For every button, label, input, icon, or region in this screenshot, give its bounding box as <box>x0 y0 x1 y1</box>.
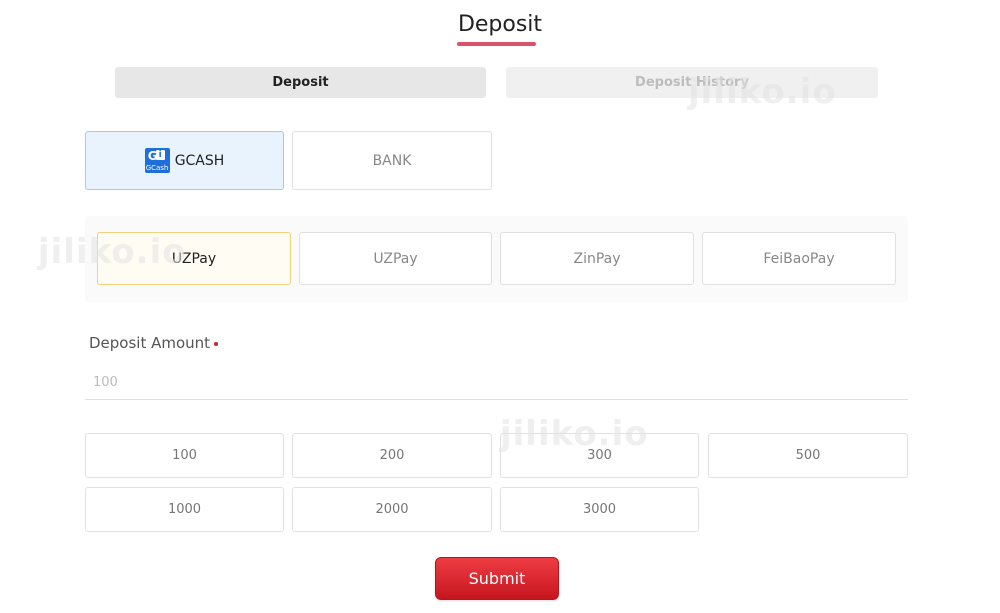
deposit-amount-input[interactable] <box>85 366 908 400</box>
gcash-logo-sub: GCash <box>145 164 169 172</box>
required-indicator <box>214 342 218 346</box>
tab-deposit[interactable]: Deposit <box>115 67 486 98</box>
method-bank-label: BANK <box>372 152 412 169</box>
title-underline <box>457 42 536 46</box>
provider-uzpay-1-button[interactable]: UZPay <box>97 232 291 285</box>
method-gcash-label: GCASH <box>174 152 225 169</box>
provider-uzpay-2-button[interactable]: UZPay <box>299 232 492 285</box>
tab-deposit-history[interactable]: Deposit History <box>506 67 878 98</box>
quick-amount-200-button[interactable]: 200 <box>292 433 492 478</box>
gcash-logo-icon: G i GCash <box>144 148 170 173</box>
provider-zinpay-button[interactable]: ZinPay <box>500 232 694 285</box>
quick-amount-2000-button[interactable]: 2000 <box>292 487 492 532</box>
deposit-amount-label: Deposit Amount <box>89 334 211 352</box>
submit-button[interactable]: Submit <box>435 557 559 600</box>
quick-amount-100-button[interactable]: 100 <box>85 433 284 478</box>
method-bank-button[interactable]: BANK <box>292 131 492 190</box>
quick-amount-500-button[interactable]: 500 <box>708 433 908 478</box>
deposit-page: Deposit Deposit Deposit History G i GCas… <box>0 0 1000 613</box>
page-title: Deposit <box>457 12 543 37</box>
quick-amount-3000-button[interactable]: 3000 <box>500 487 699 532</box>
quick-amount-1000-button[interactable]: 1000 <box>85 487 284 532</box>
quick-amount-300-button[interactable]: 300 <box>500 433 699 478</box>
gcash-logo-mark: i <box>155 150 165 160</box>
method-gcash-button[interactable]: G i GCash GCASH <box>85 131 284 190</box>
provider-feibaopay-button[interactable]: FeiBaoPay <box>702 232 896 285</box>
